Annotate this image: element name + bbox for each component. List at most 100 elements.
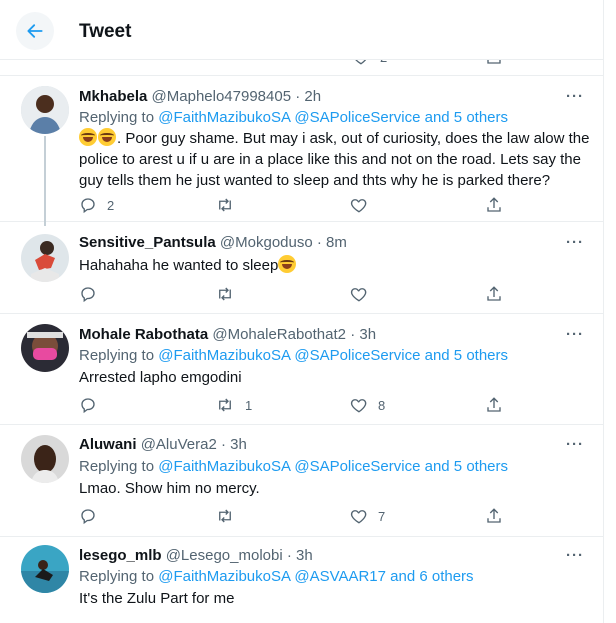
like-button[interactable]: 8 [350, 396, 385, 414]
reply-button[interactable] [79, 396, 97, 414]
more-options-button[interactable]: ··· [566, 234, 584, 251]
reply-button[interactable]: 2 [79, 196, 114, 214]
retweet-button[interactable] [215, 507, 235, 525]
share-button[interactable] [485, 196, 503, 214]
back-button[interactable] [16, 12, 54, 50]
tweet[interactable]: Sensitive_Pantsula @Mokgoduso · 8m ··· H… [0, 222, 603, 314]
retweet-icon [219, 287, 231, 301]
like-icon [350, 399, 367, 413]
handle[interactable]: @Maphelo47998405 [152, 88, 292, 105]
share-icon [487, 286, 501, 301]
like-icon [350, 199, 367, 213]
avatar[interactable] [21, 234, 69, 282]
tweet-header: Mkhabela @Maphelo47998405 · 2h [79, 88, 321, 105]
display-name[interactable]: lesego_mlb [79, 547, 162, 564]
reply-button[interactable] [79, 285, 97, 303]
timestamp[interactable]: 3h [296, 547, 313, 564]
replying-to: Replying to @FaithMazibukoSA @SAPoliceSe… [79, 109, 508, 126]
share-button[interactable] [485, 285, 503, 303]
separator: · [286, 547, 292, 564]
thread-connector [44, 136, 46, 226]
replying-prefix: Replying to [79, 347, 155, 364]
replying-to-link[interactable]: @FaithMazibukoSA @ASVAAR17 and 6 others [158, 568, 473, 585]
more-icon: ··· [566, 326, 584, 343]
handle[interactable]: @Mokgoduso [220, 234, 313, 251]
more-options-button[interactable]: ··· [566, 88, 584, 105]
handle[interactable]: @AluVera2 [141, 436, 217, 453]
share-button[interactable] [485, 507, 503, 525]
display-name[interactable]: Sensitive_Pantsula [79, 234, 216, 251]
more-options-button[interactable]: ··· [566, 436, 584, 453]
tweet[interactable]: Mkhabela @Maphelo47998405 · 2h ··· Reply… [0, 76, 603, 226]
tweet-header: Sensitive_Pantsula @Mokgoduso · 8m [79, 234, 347, 251]
tweet-header: lesego_mlb @Lesego_molobi · 3h [79, 547, 313, 564]
replying-to-link[interactable]: @FaithMazibukoSA @SAPoliceService and 5 … [158, 458, 508, 475]
reply-icon [81, 509, 95, 525]
replying-to-link[interactable]: @FaithMazibukoSA @SAPoliceService and 5 … [158, 109, 508, 126]
replying-to: Replying to @FaithMazibukoSA @SAPoliceSe… [79, 458, 508, 475]
reply-count: 2 [107, 197, 115, 213]
page-header: Tweet [0, 0, 603, 60]
share-icon [487, 397, 501, 412]
share-icon [487, 508, 501, 523]
handle[interactable]: @Lesego_molobi [166, 547, 283, 564]
replying-prefix: Replying to [79, 109, 155, 126]
timestamp[interactable]: 3h [359, 326, 376, 343]
avatar[interactable] [21, 545, 69, 593]
separator: · [220, 436, 226, 453]
tweet-header: Aluwani @AluVera2 · 3h [79, 436, 247, 453]
tweet[interactable]: lesego_mlb @Lesego_molobi · 3h ··· Reply… [0, 537, 603, 623]
like-button[interactable] [350, 285, 368, 303]
avatar[interactable] [21, 86, 69, 134]
back-arrow-icon [27, 24, 43, 38]
avatar[interactable] [21, 435, 69, 483]
laughing-emoji-icon [278, 255, 297, 273]
separator: · [295, 88, 301, 105]
replying-to: Replying to @FaithMazibukoSA @SAPoliceSe… [79, 347, 508, 364]
reply-icon [81, 287, 95, 303]
retweet-icon [219, 198, 231, 212]
handle[interactable]: @MohaleRabothat2 [212, 326, 346, 343]
laughing-emoji-icon [98, 128, 116, 146]
tweet-text: It's the Zulu Part for me [79, 588, 591, 609]
like-button[interactable]: 7 [350, 507, 385, 525]
share-button[interactable] [485, 396, 503, 414]
display-name[interactable]: Mkhabela [79, 88, 147, 105]
reply-icon [81, 398, 95, 414]
retweet-icon [219, 398, 231, 412]
more-icon: ··· [566, 436, 584, 453]
more-options-button[interactable]: ··· [566, 547, 584, 564]
retweet-count: 1 [245, 397, 253, 413]
timestamp[interactable]: 8m [326, 234, 347, 251]
more-options-button[interactable]: ··· [566, 326, 584, 343]
like-button[interactable] [350, 196, 368, 214]
retweet-button[interactable] [215, 196, 235, 214]
timestamp[interactable]: 2h [304, 88, 321, 105]
more-icon: ··· [566, 234, 584, 251]
tweet[interactable]: Mohale Rabothata @MohaleRabothat2 · 3h ·… [0, 314, 603, 425]
separator: · [350, 326, 356, 343]
display-name[interactable]: Mohale Rabothata [79, 326, 208, 343]
tweet-text-content: It's the Zulu Part for me [79, 590, 235, 607]
laughing-emoji-icon [79, 128, 97, 146]
tweet-text-content: Hahahaha he wanted to sleep [79, 257, 279, 274]
page-title: Tweet [79, 21, 132, 42]
retweet-button[interactable]: 1 [215, 396, 252, 414]
timestamp[interactable]: 3h [230, 436, 247, 453]
like-icon [350, 288, 367, 302]
display-name[interactable]: Aluwani [79, 436, 137, 453]
tweet-text: . Poor guy shame. But may i ask, out of … [79, 128, 591, 191]
avatar[interactable] [21, 324, 69, 372]
more-icon: ··· [566, 88, 584, 105]
replying-to-link[interactable]: @FaithMazibukoSA @SAPoliceService and 5 … [158, 347, 508, 364]
reply-button[interactable] [79, 507, 97, 525]
tweet-text: Lmao. Show him no mercy. [79, 478, 591, 499]
like-count: 8 [378, 397, 386, 413]
more-icon: ··· [566, 547, 584, 564]
tweet[interactable]: Aluwani @AluVera2 · 3h ··· Replying to @… [0, 425, 603, 537]
replying-to: Replying to @FaithMazibukoSA @ASVAAR17 a… [79, 568, 474, 585]
tweet-text-content: Lmao. Show him no mercy. [79, 480, 260, 497]
retweet-button[interactable] [215, 285, 235, 303]
tweet-text: Hahahaha he wanted to sleep [79, 255, 591, 276]
reply-icon [81, 198, 95, 214]
